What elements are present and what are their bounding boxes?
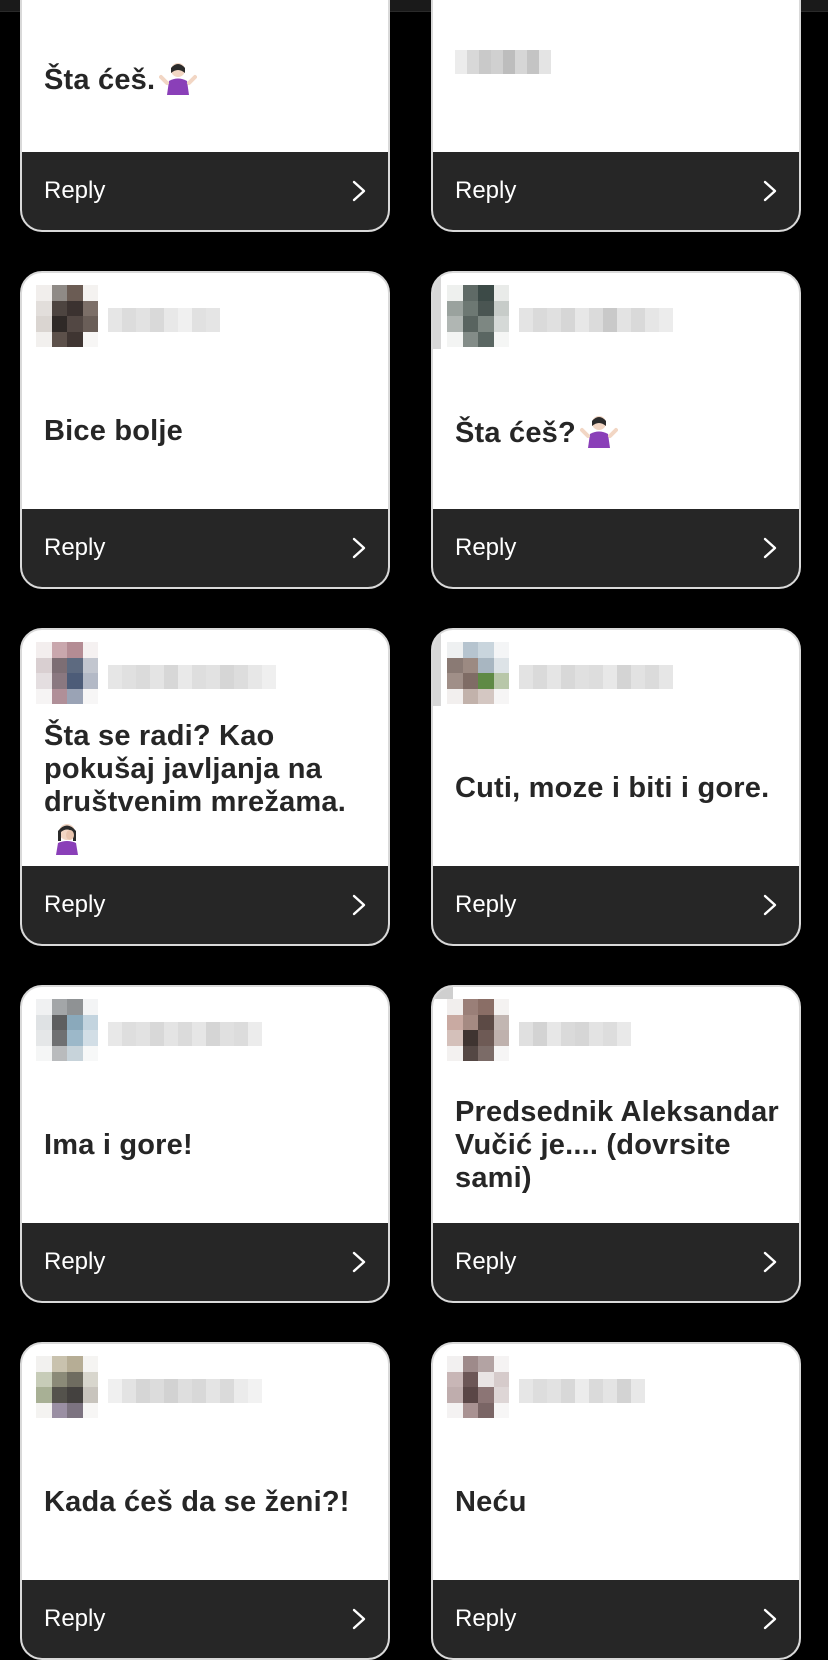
question-text: Ima i gore! bbox=[44, 1065, 370, 1225]
question-card[interactable]: Ima i gore! Reply bbox=[20, 985, 390, 1303]
chevron-right-icon bbox=[763, 894, 777, 916]
question-card[interactable]: Cuti, moze i biti i gore. Reply bbox=[431, 628, 801, 946]
reply-label: Reply bbox=[44, 177, 106, 204]
reply-button[interactable]: Reply bbox=[22, 152, 388, 230]
chevron-right-icon bbox=[352, 1608, 366, 1630]
pixel-artifact bbox=[433, 273, 441, 349]
question-card[interactable]: Šta se radi? Kao pokušaj javljanja na dr… bbox=[20, 628, 390, 946]
question-card[interactable]: Reply bbox=[431, 0, 801, 232]
reply-label: Reply bbox=[455, 534, 517, 561]
question-text: Kada ćeš da se ženi?! bbox=[44, 1422, 370, 1582]
redacted-username bbox=[519, 308, 673, 332]
question-text: Predsednik Aleksandar Vučić je.... (dovr… bbox=[455, 1065, 781, 1225]
question-text-label: Bice bolje bbox=[44, 414, 183, 447]
question-text-label: Ima i gore! bbox=[44, 1128, 193, 1161]
redacted-username bbox=[108, 665, 276, 689]
question-text-label: Predsednik Aleksandar Vučić je.... (dovr… bbox=[455, 1095, 779, 1194]
question-text-label: Kada ćeš da se ženi?! bbox=[44, 1485, 350, 1518]
person-facepalming-icon bbox=[56, 823, 78, 855]
question-text: Cuti, moze i biti i gore. bbox=[455, 708, 781, 868]
question-text: Šta se radi? Kao pokušaj javljanja na dr… bbox=[44, 708, 370, 868]
reply-button[interactable]: Reply bbox=[22, 1223, 388, 1301]
sender-header bbox=[447, 285, 777, 347]
chevron-right-icon bbox=[352, 894, 366, 916]
reply-button[interactable]: Reply bbox=[433, 509, 799, 587]
reply-label: Reply bbox=[44, 1248, 106, 1275]
question-card[interactable]: Šta ćeš? Reply bbox=[431, 271, 801, 589]
sender-header bbox=[36, 1356, 366, 1418]
avatar bbox=[36, 1356, 98, 1418]
sender-header bbox=[447, 1356, 777, 1418]
redacted-username bbox=[519, 1022, 631, 1046]
reply-button[interactable]: Reply bbox=[433, 1580, 799, 1658]
person-shrugging-icon bbox=[159, 63, 198, 95]
question-text-label: Cuti, moze i biti i gore. bbox=[455, 771, 770, 804]
question-text: Šta ćeš? bbox=[455, 351, 781, 511]
question-text-label: Neću bbox=[455, 1485, 527, 1518]
reply-label: Reply bbox=[44, 891, 106, 918]
question-text: Bice bolje bbox=[44, 351, 370, 511]
avatar bbox=[447, 285, 509, 347]
reply-button[interactable]: Reply bbox=[22, 509, 388, 587]
question-card[interactable]: Predsednik Aleksandar Vučić je.... (dovr… bbox=[431, 985, 801, 1303]
reply-label: Reply bbox=[455, 1605, 517, 1632]
avatar bbox=[447, 642, 509, 704]
reply-label: Reply bbox=[455, 1248, 517, 1275]
avatar bbox=[447, 1356, 509, 1418]
question-text-label: Šta se radi? Kao pokušaj javljanja na dr… bbox=[44, 719, 346, 818]
chevron-right-icon bbox=[763, 180, 777, 202]
question-card[interactable]: Šta ćeš. Reply bbox=[20, 0, 390, 232]
chevron-right-icon bbox=[763, 1608, 777, 1630]
redacted-username bbox=[519, 665, 673, 689]
redacted-username bbox=[108, 1022, 262, 1046]
sender-header bbox=[36, 642, 366, 704]
sender-header bbox=[36, 999, 366, 1061]
reply-button[interactable]: Reply bbox=[22, 866, 388, 944]
reply-button[interactable]: Reply bbox=[22, 1580, 388, 1658]
question-replies-grid: Šta ćeš. Reply Reply Bice bolje Reply Št… bbox=[0, 0, 828, 1660]
question-text-label: Šta ćeš? bbox=[455, 417, 576, 449]
chevron-right-icon bbox=[352, 1251, 366, 1273]
reply-label: Reply bbox=[455, 891, 517, 918]
redacted-username bbox=[108, 308, 220, 332]
avatar bbox=[36, 999, 98, 1061]
question-card[interactable]: Kada ćeš da se ženi?! Reply bbox=[20, 1342, 390, 1660]
redacted-username bbox=[108, 1379, 262, 1403]
redacted-username bbox=[519, 1379, 645, 1403]
question-card[interactable]: Bice bolje Reply bbox=[20, 271, 390, 589]
avatar bbox=[36, 285, 98, 347]
sender-header bbox=[447, 999, 777, 1061]
chevron-right-icon bbox=[763, 537, 777, 559]
avatar bbox=[36, 642, 98, 704]
reply-button[interactable]: Reply bbox=[433, 152, 799, 230]
pixel-artifact bbox=[435, 987, 453, 999]
reply-button[interactable]: Reply bbox=[433, 866, 799, 944]
reply-label: Reply bbox=[44, 534, 106, 561]
person-shrugging-icon bbox=[579, 416, 618, 448]
reply-button[interactable]: Reply bbox=[433, 1223, 799, 1301]
question-card[interactable]: Neću Reply bbox=[431, 1342, 801, 1660]
chevron-right-icon bbox=[763, 1251, 777, 1273]
question-text: Neću bbox=[455, 1422, 781, 1582]
question-text: Šta ćeš. bbox=[44, 2, 370, 154]
chevron-right-icon bbox=[352, 180, 366, 202]
avatar bbox=[447, 999, 509, 1061]
sender-header bbox=[447, 642, 777, 704]
chevron-right-icon bbox=[352, 537, 366, 559]
reply-label: Reply bbox=[44, 1605, 106, 1632]
pixel-artifact bbox=[433, 630, 441, 706]
sender-header bbox=[36, 285, 366, 347]
redacted-text bbox=[455, 50, 551, 74]
question-text-label: Šta ćeš. bbox=[44, 64, 156, 96]
reply-label: Reply bbox=[455, 177, 517, 204]
